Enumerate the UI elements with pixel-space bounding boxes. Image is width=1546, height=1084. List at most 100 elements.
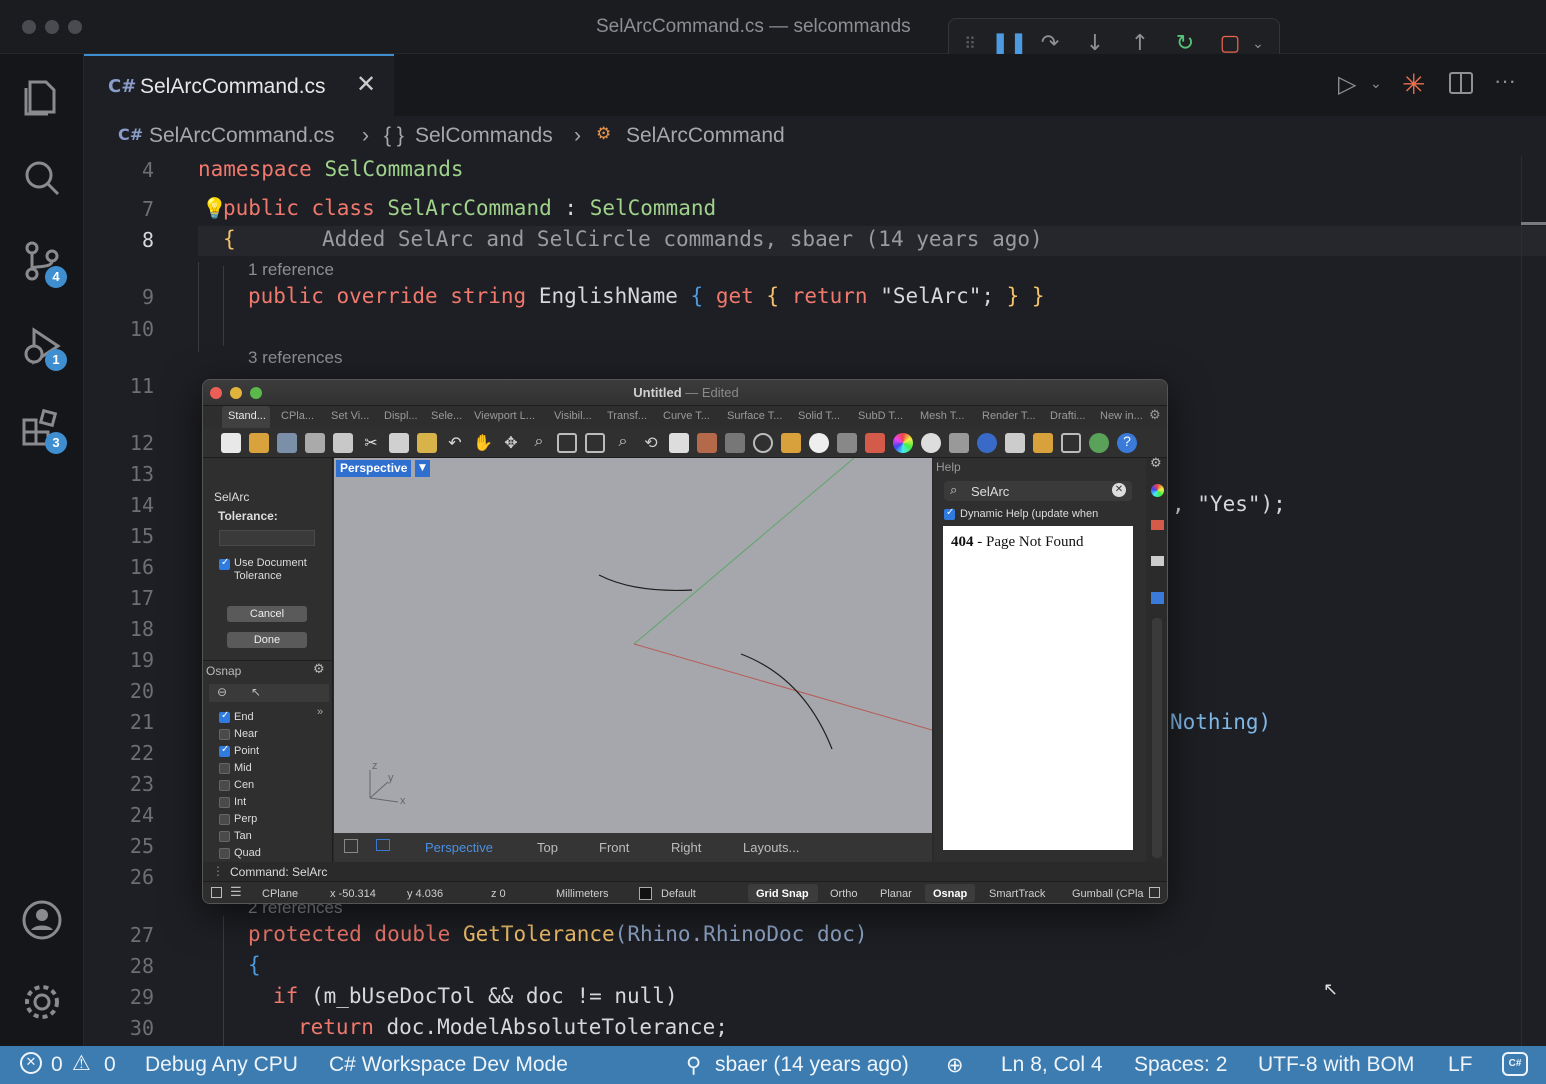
rhino-tab[interactable]: Transf... <box>607 410 647 422</box>
display-panel-icon[interactable] <box>1151 556 1164 566</box>
lightbulb-icon[interactable] <box>809 433 829 453</box>
four-view-icon[interactable] <box>669 433 689 453</box>
layers-panel-icon[interactable] <box>1151 520 1164 530</box>
settings-gear-icon[interactable] <box>1033 433 1053 453</box>
error-count[interactable]: 0 <box>51 1053 63 1077</box>
list-icon[interactable]: ☰ <box>230 884 242 900</box>
rhino-tab[interactable]: Mesh T... <box>920 410 964 422</box>
single-view-icon[interactable] <box>376 839 390 851</box>
indentation[interactable]: Spaces: 2 <box>1134 1053 1227 1077</box>
smarttrack-toggle[interactable]: SmartTrack <box>989 888 1045 900</box>
rhino-tab[interactable]: Visibil... <box>554 410 592 422</box>
run-menu-chevron-icon[interactable]: ⌄ <box>1370 76 1382 92</box>
cut-icon[interactable]: ✂ <box>361 433 381 453</box>
four-view-icon[interactable] <box>344 839 358 853</box>
grid-plane-icon[interactable] <box>725 433 745 453</box>
osnap-cen-checkbox[interactable] <box>219 780 230 791</box>
osnap-filter-icon[interactable]: ⊖ <box>217 685 227 699</box>
zoom-window-button[interactable] <box>68 20 82 34</box>
gear-icon[interactable]: ⚙ <box>1150 456 1162 471</box>
rendered-icon[interactable] <box>1005 433 1025 453</box>
units-label[interactable]: Millimeters <box>556 888 609 900</box>
codelens-references[interactable]: 3 references <box>248 348 343 368</box>
panel-toggle-icon[interactable] <box>211 887 222 898</box>
gear-icon[interactable]: ⚙ <box>1149 408 1161 423</box>
grid-snap-toggle[interactable]: Grid Snap <box>756 888 809 900</box>
search-icon[interactable] <box>20 156 64 200</box>
panel-toggle-icon[interactable] <box>1149 887 1160 898</box>
osnap-mid-checkbox[interactable] <box>219 763 230 774</box>
side-scrollbar[interactable] <box>1152 618 1162 858</box>
tab-selarccommand[interactable]: C# SelArcCommand.cs ✕ <box>84 54 394 116</box>
layer-icon[interactable] <box>865 433 885 453</box>
cancel-button[interactable]: Cancel <box>227 606 307 622</box>
render-sphere-icon[interactable] <box>921 433 941 453</box>
command-line[interactable]: ⋮ Command: SelArc <box>203 862 1167 881</box>
close-window-button[interactable] <box>22 20 36 34</box>
expand-icon[interactable]: » <box>317 706 323 718</box>
viewport-tab-perspective[interactable]: Perspective <box>425 840 493 855</box>
rhino-tab[interactable]: Solid T... <box>798 410 840 422</box>
copilot-spark-icon[interactable]: ✳ <box>1402 68 1425 101</box>
git-blame-status[interactable]: sbaer (14 years ago) <box>715 1053 909 1077</box>
viewport-menu-chevron-icon[interactable]: ▼ <box>415 460 430 477</box>
material-icon[interactable] <box>977 433 997 453</box>
done-button[interactable]: Done <box>227 632 307 648</box>
zoom-icon[interactable]: ⊕ <box>946 1053 964 1077</box>
help-icon[interactable]: ? <box>1117 433 1137 453</box>
dimension-icon[interactable] <box>1061 433 1081 453</box>
breadcrumb-namespace[interactable]: SelCommands <box>415 124 553 148</box>
new-icon[interactable] <box>221 433 241 453</box>
layer-color-swatch[interactable] <box>639 887 652 900</box>
osnap-toggle[interactable]: Osnap <box>933 888 967 900</box>
tolerance-input[interactable] <box>219 530 315 546</box>
pan-hand-icon[interactable]: ✋ <box>473 433 493 453</box>
rhino-tab[interactable]: Set Vi... <box>331 410 369 422</box>
ortho-toggle[interactable]: Ortho <box>830 888 858 900</box>
osnap-cursor-icon[interactable]: ↖ <box>251 685 261 699</box>
breadcrumb-class[interactable]: SelArcCommand <box>626 124 785 148</box>
perspective-viewport[interactable]: z y x Perspective ▼ <box>334 458 932 833</box>
scrollbar-thumb[interactable] <box>1521 222 1546 225</box>
import-icon[interactable] <box>333 433 353 453</box>
osnap-perp-checkbox[interactable] <box>219 814 230 825</box>
rhino-tab[interactable]: Surface T... <box>727 410 782 422</box>
car-icon[interactable] <box>697 433 717 453</box>
zoom-extents-icon[interactable] <box>585 433 605 453</box>
rhino-tab[interactable]: Viewport L... <box>474 410 535 422</box>
gumball-toggle[interactable]: Gumball (CPla <box>1072 888 1144 900</box>
viewport-tab-top[interactable]: Top <box>537 840 558 855</box>
gear-icon[interactable]: ⚙ <box>313 662 325 677</box>
undo-icon[interactable]: ↶ <box>445 433 465 453</box>
end-of-line[interactable]: LF <box>1448 1053 1473 1077</box>
osnap-near-checkbox[interactable] <box>219 729 230 740</box>
rhino-tab[interactable]: Displ... <box>384 410 418 422</box>
color-panel-icon[interactable] <box>1151 484 1164 497</box>
account-icon[interactable] <box>20 898 64 942</box>
workspace-mode[interactable]: C# Workspace Dev Mode <box>329 1053 568 1077</box>
split-editor-icon[interactable] <box>1449 72 1473 94</box>
copy-icon[interactable] <box>389 433 409 453</box>
lock-icon[interactable] <box>837 433 857 453</box>
run-icon[interactable]: ▷ <box>1338 70 1356 98</box>
rhino-tab[interactable]: Curve T... <box>663 410 710 422</box>
rhino-tab[interactable]: Render T... <box>982 410 1036 422</box>
color-wheel-icon[interactable] <box>893 433 913 453</box>
osnap-point-checkbox[interactable] <box>219 744 230 757</box>
rhino-tab[interactable]: Drafti... <box>1050 410 1085 422</box>
viewport-title[interactable]: Perspective <box>336 460 412 477</box>
paste-icon[interactable] <box>417 433 437 453</box>
osnap-quad-checkbox[interactable] <box>219 848 230 859</box>
codelens-references[interactable]: 1 reference <box>248 260 334 280</box>
osnap-icon[interactable] <box>753 433 773 453</box>
csharp-language-icon[interactable]: C# <box>1502 1052 1528 1076</box>
points-icon[interactable] <box>781 433 801 453</box>
more-actions-icon[interactable]: ··· <box>1494 68 1516 94</box>
minimize-window-button[interactable] <box>45 20 59 34</box>
layer-label[interactable]: Default <box>661 888 696 900</box>
gear-icon[interactable] <box>20 980 64 1024</box>
save-icon[interactable] <box>277 433 297 453</box>
help-panel-icon[interactable] <box>1151 592 1164 604</box>
print-icon[interactable] <box>305 433 325 453</box>
zoom-selected-icon[interactable]: ⌕ <box>613 433 633 453</box>
